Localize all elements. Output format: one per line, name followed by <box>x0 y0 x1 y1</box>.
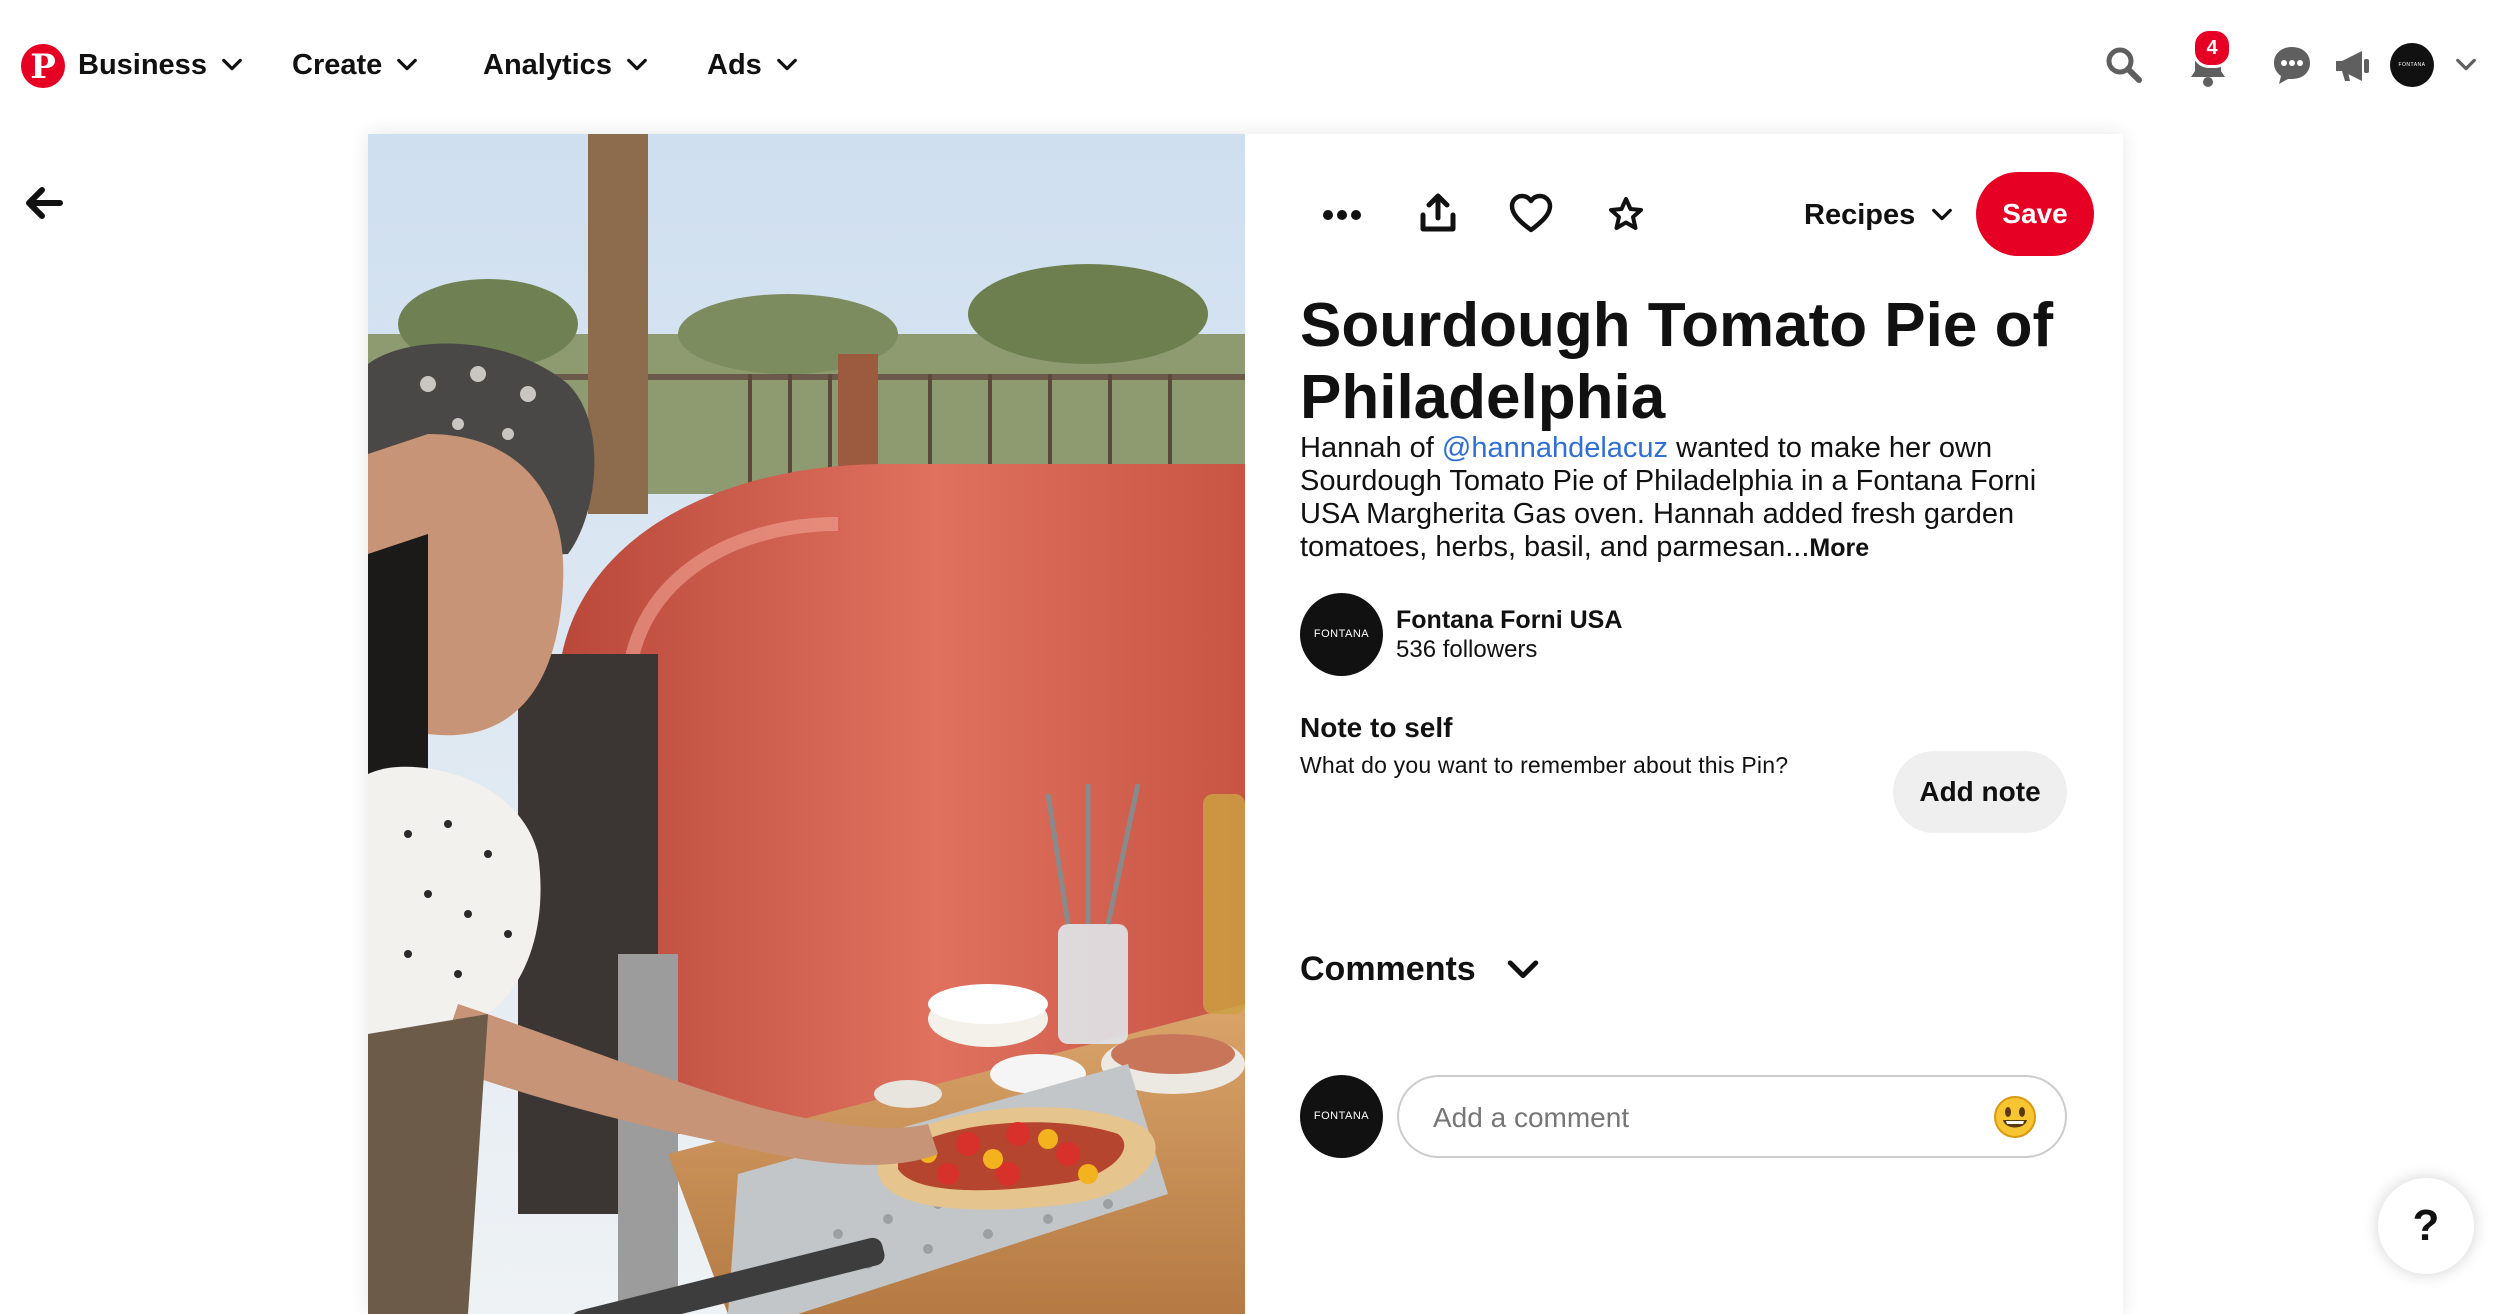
more-options-button[interactable] <box>1312 185 1372 245</box>
profile-avatar[interactable]: FONTANA <box>2390 43 2434 87</box>
comment-input[interactable] <box>1431 1077 1975 1158</box>
comment-box[interactable] <box>1397 1075 2067 1158</box>
question-mark-icon: ? <box>2412 1201 2440 1250</box>
chevron-down-icon <box>222 58 242 71</box>
chevron-down-icon <box>1507 959 1538 978</box>
board-selector[interactable]: Recipes <box>1804 190 1953 240</box>
comments-toggle[interactable]: Comments <box>1300 950 1540 989</box>
smiley-emoji-icon <box>1994 1096 2036 1138</box>
back-button[interactable] <box>24 180 64 226</box>
search-icon <box>2106 47 2142 83</box>
note-to-self-heading: Note to self <box>1300 712 1453 743</box>
chevron-down-icon <box>627 58 647 71</box>
pin-photo-illustration <box>368 134 1245 1314</box>
description-more-link[interactable]: More <box>1809 534 1869 562</box>
messages-button[interactable] <box>2264 37 2320 93</box>
megaphone-icon <box>2336 51 2369 81</box>
nav-business-label: Business <box>78 48 207 81</box>
nav-ads-menu[interactable]: Ads <box>707 40 798 90</box>
creator-name-link[interactable]: Fontana Forni USA <box>1396 606 1622 635</box>
nav-create-menu[interactable]: Create <box>292 40 418 90</box>
comments-heading: Comments <box>1300 950 1476 988</box>
pin-title: Sourdough Tomato Pie of Philadelphia <box>1300 291 2054 432</box>
share-button[interactable] <box>1408 183 1468 243</box>
add-note-button[interactable]: Add note <box>1893 751 2067 833</box>
note-to-self-prompt: What do you want to remember about this … <box>1300 752 1789 778</box>
chevron-down-icon <box>776 58 797 71</box>
chevron-down-icon <box>1932 208 1953 221</box>
pinterest-logo[interactable]: P <box>21 44 65 88</box>
pin-image[interactable] <box>368 134 1245 1314</box>
nav-business-menu[interactable]: Business <box>78 40 243 90</box>
help-button[interactable]: ? <box>2378 1178 2474 1274</box>
heart-icon <box>1509 193 1553 233</box>
chat-icon <box>2274 47 2310 84</box>
announcements-button[interactable] <box>2325 37 2381 93</box>
share-icon <box>1420 193 1456 232</box>
chevron-down-icon <box>397 58 418 71</box>
star-icon <box>1609 197 1643 230</box>
save-button[interactable]: Save <box>1976 172 2094 256</box>
ellipsis-icon <box>1323 210 1361 220</box>
description-prefix: Hannah of <box>1300 432 1442 464</box>
favorite-star-button[interactable] <box>1596 184 1656 244</box>
creator-avatar[interactable]: FONTANA <box>1300 593 1383 676</box>
notification-count-badge: 4 <box>2192 28 2232 68</box>
search-button[interactable] <box>2096 37 2152 93</box>
nav-analytics-label: Analytics <box>483 48 612 81</box>
arrow-left-icon <box>26 187 63 219</box>
top-navigation-bar: P Business Create Analytics Ads 4 FONTAN… <box>0 0 2500 131</box>
commenter-avatar: FONTANA <box>1300 1075 1383 1158</box>
react-heart-button[interactable] <box>1501 183 1561 243</box>
account-options-button[interactable] <box>2446 37 2486 93</box>
board-selector-label: Recipes <box>1804 198 1916 231</box>
chevron-down-icon <box>2456 58 2476 71</box>
nav-create-label: Create <box>292 48 383 81</box>
creator-follower-count: 536 followers <box>1396 636 1538 663</box>
mention-link[interactable]: @hannahdelacuz <box>1442 432 1668 464</box>
pin-description: Hannah of @hannahdelacuz wanted to make … <box>1300 432 2080 565</box>
nav-ads-label: Ads <box>707 48 762 81</box>
emoji-picker-button[interactable] <box>1993 1095 2037 1139</box>
nav-analytics-menu[interactable]: Analytics <box>483 40 648 90</box>
